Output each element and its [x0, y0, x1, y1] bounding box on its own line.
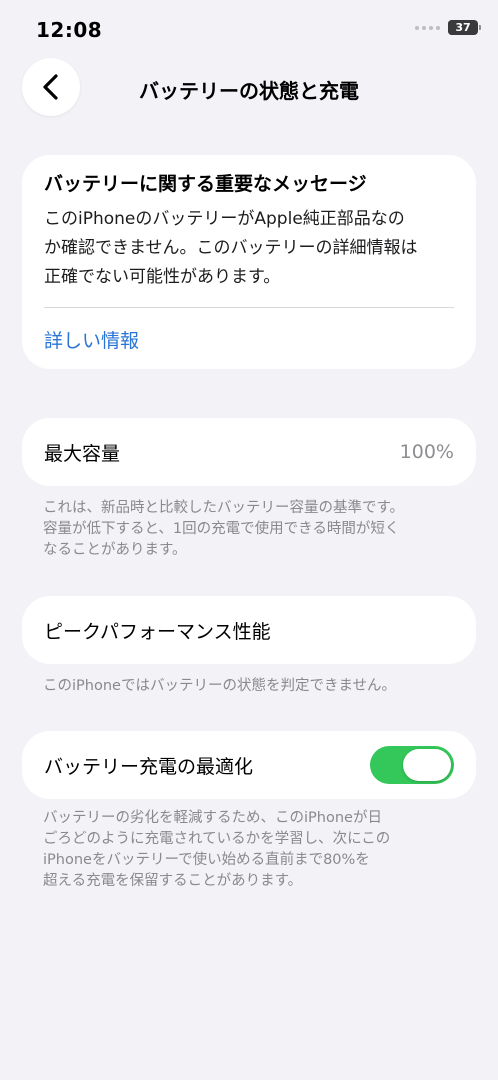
optimized-charging-row: バッテリー充電の最適化	[22, 731, 476, 799]
optimized-charging-label: バッテリー充電の最適化	[44, 755, 254, 778]
divider	[44, 307, 454, 308]
message-title: バッテリーに関する重要なメッセージ	[44, 173, 367, 195]
footnote-line: これは、新品時と比較したバッテリー容量の基準です。	[43, 500, 405, 516]
battery-icon: 37	[448, 20, 481, 35]
footnote-line: なることがあります。	[43, 542, 187, 558]
status-time: 12:08	[36, 18, 103, 42]
footnote-line: iPhoneをバッテリーで使い始める直前まで80%を	[43, 852, 370, 868]
cellular-signal-icon	[415, 25, 440, 30]
status-indicators: 37	[415, 20, 481, 35]
battery-health-screen: 12:08 37 バッテリーの状態と充電 バッテリーに関する重要なメッセージ こ…	[0, 0, 498, 1080]
footnote-line: 超える充電を保留することがあります。	[43, 873, 303, 889]
message-body: このiPhoneのバッテリーがApple純正部品なの か確認できません。このバッ…	[44, 205, 454, 292]
optimized-charging-toggle[interactable]	[370, 746, 454, 784]
footnote-line: ごろどのように充電されているかを学習し、次にこの	[43, 831, 391, 847]
battery-level: 37	[455, 21, 471, 34]
peak-performance-footnote: このiPhoneではバッテリーの状態を判定できません。	[43, 678, 397, 694]
maximum-capacity-label: 最大容量	[44, 442, 121, 465]
learn-more-link[interactable]: 詳しい情報	[44, 326, 454, 353]
peak-performance-label: ピークパフォーマンス性能	[44, 620, 271, 643]
capacity-footnote: これは、新品時と比較したバッテリー容量の基準です。 容量が低下すると、1回の充電…	[43, 498, 463, 561]
maximum-capacity-value: 100%	[399, 441, 454, 463]
footnote-line: 容量が低下すると、1回の充電で使用できる時間が短く	[43, 521, 400, 537]
footnote-line: バッテリーの劣化を軽減するため、このiPhoneが日	[43, 810, 382, 826]
peak-performance-row: ピークパフォーマンス性能	[22, 596, 476, 664]
message-line: 正確でない可能性があります。	[44, 267, 281, 287]
page-title: バッテリーの状態と充電	[139, 79, 359, 103]
toggle-knob	[403, 749, 451, 781]
optimized-charging-footnote: バッテリーの劣化を軽減するため、このiPhoneが日 ごろどのように充電されてい…	[43, 808, 463, 892]
message-line: このiPhoneのバッテリーがApple純正部品なの	[44, 209, 405, 229]
message-line: か確認できません。このバッテリーの詳細情報は	[44, 238, 418, 258]
battery-message-card: バッテリーに関する重要なメッセージ このiPhoneのバッテリーがApple純正…	[22, 155, 476, 369]
maximum-capacity-row: 最大容量 100%	[22, 418, 476, 486]
